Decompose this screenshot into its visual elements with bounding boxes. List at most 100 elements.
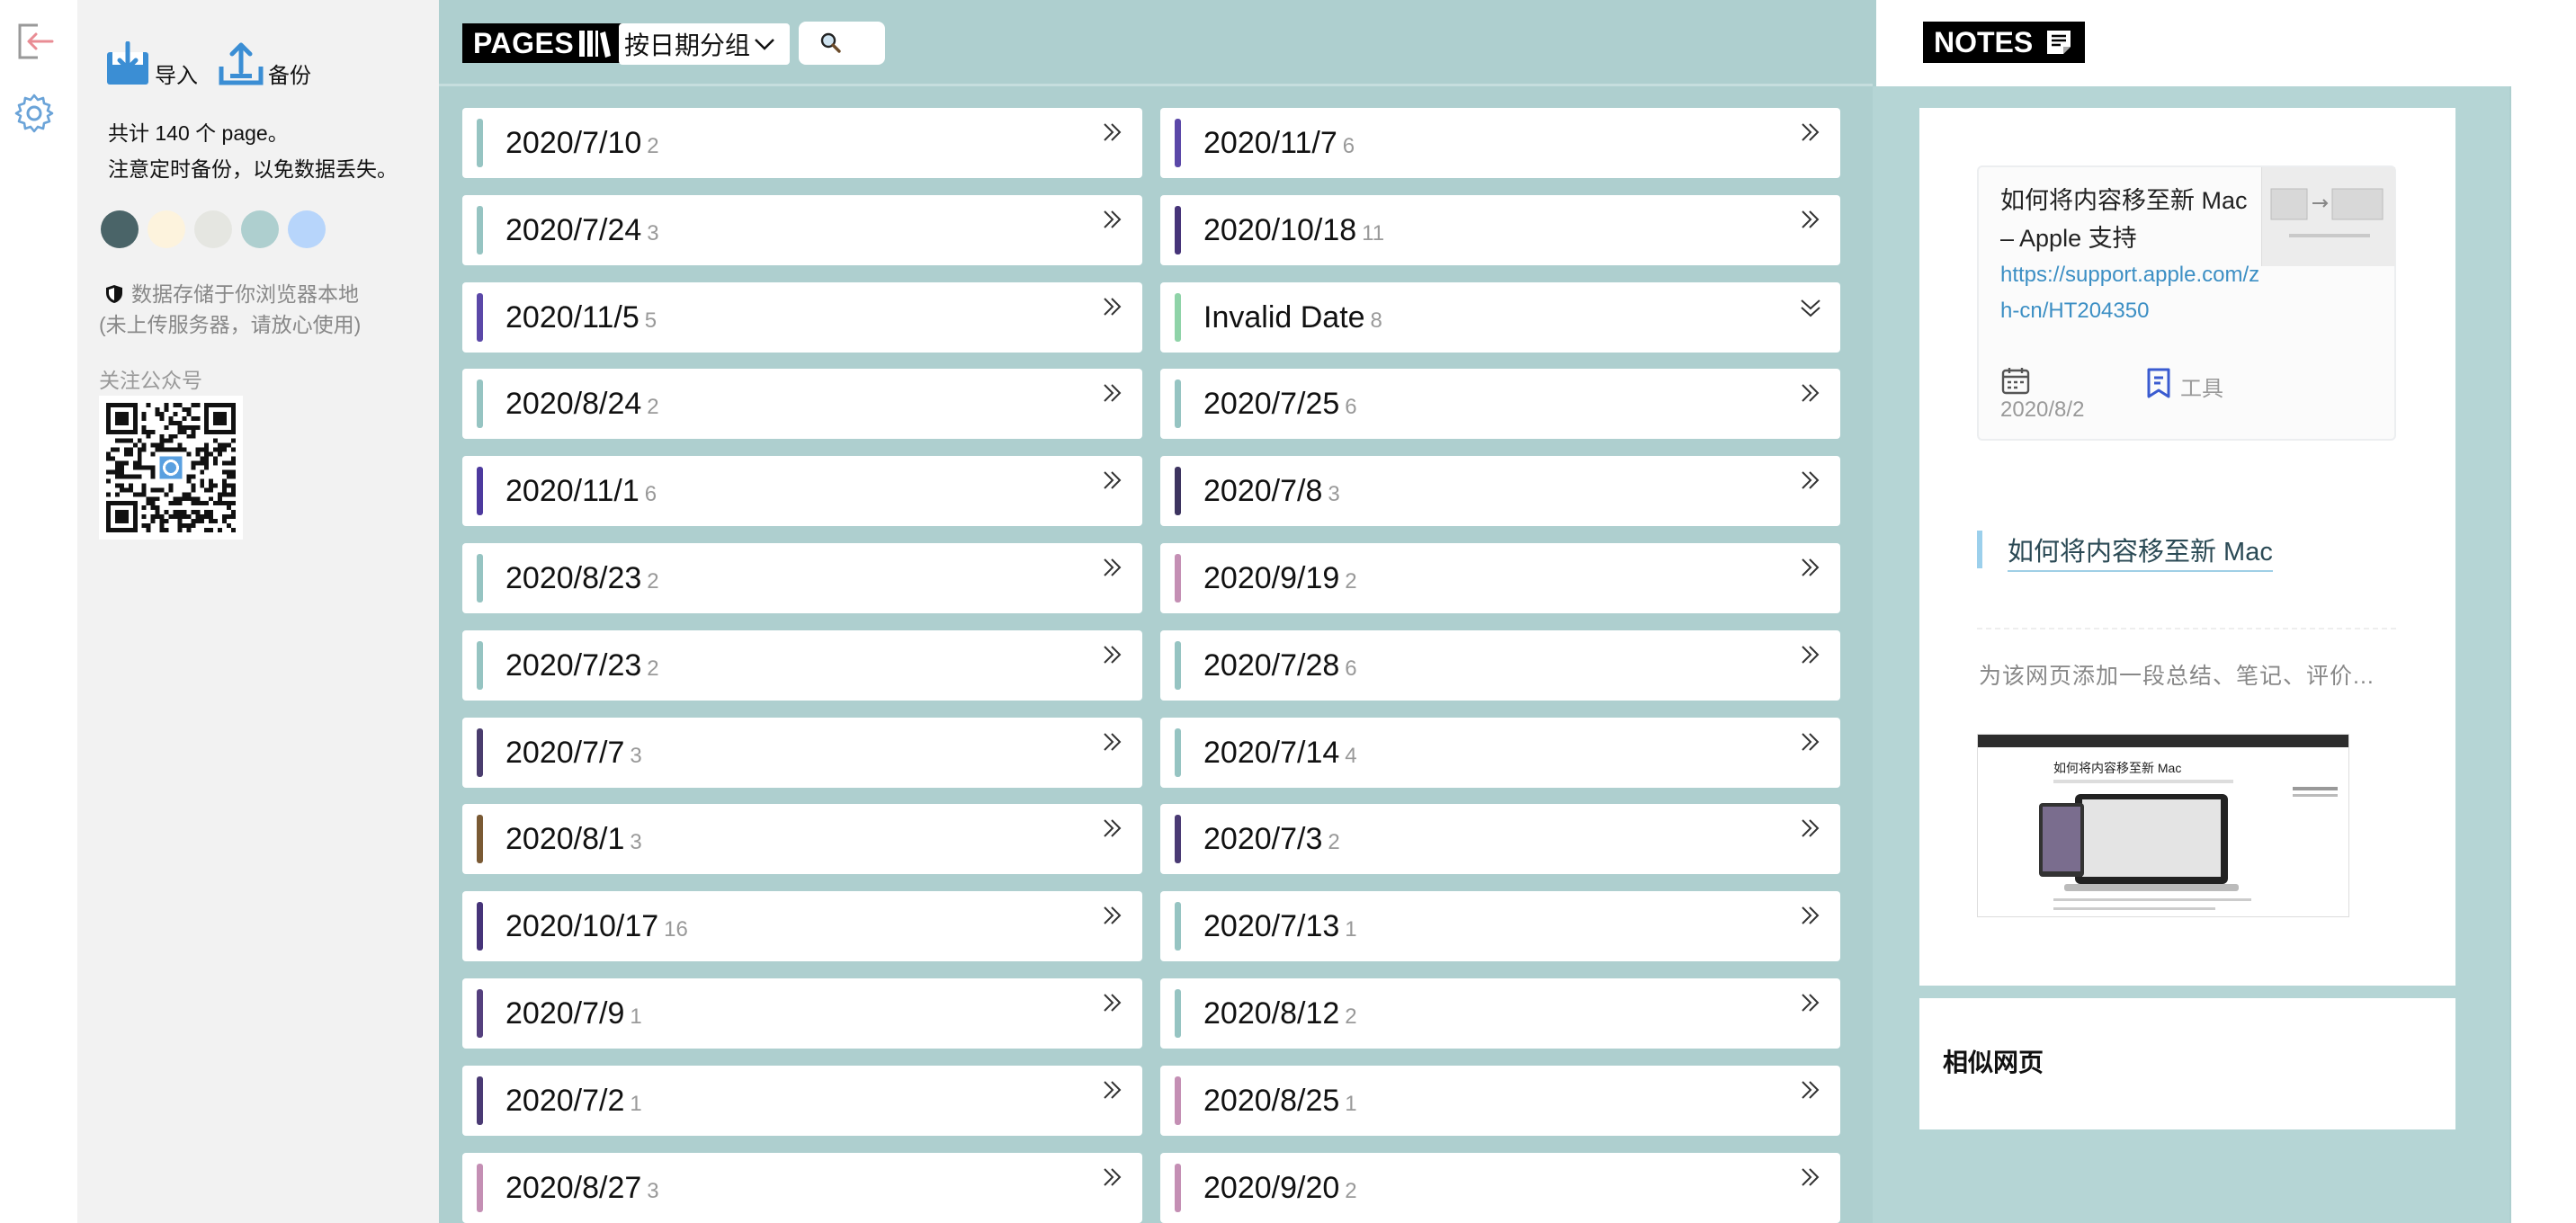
group-count: 3 [630, 744, 642, 768]
double-chevron-right-icon[interactable] [1101, 556, 1124, 583]
double-chevron-right-icon[interactable] [1101, 469, 1124, 495]
double-chevron-right-icon[interactable] [1101, 295, 1124, 322]
double-chevron-right-icon[interactable] [1799, 991, 1822, 1018]
backup-button[interactable]: 备份 [218, 40, 311, 89]
link-thumbnail [2261, 167, 2395, 266]
date-group-card[interactable]: 2020/7/24 3 [462, 195, 1142, 265]
theme-swatch[interactable] [241, 210, 279, 248]
group-label: 2020/7/9 1 [505, 996, 642, 1031]
date-group-card[interactable]: 2020/7/14 4 [1160, 718, 1840, 788]
group-color-bar [477, 902, 483, 951]
date-group-card[interactable]: 2020/7/28 6 [1160, 630, 1840, 701]
date-group-card[interactable]: 2020/11/1 6 [462, 456, 1142, 526]
theme-swatch[interactable] [288, 210, 326, 248]
group-label: 2020/10/18 11 [1203, 213, 1384, 248]
date-group-card[interactable]: 2020/8/1 3 [462, 804, 1142, 874]
group-color-bar [477, 379, 483, 428]
group-date: 2020/8/27 [505, 1171, 642, 1205]
link-preview-card[interactable]: 如何将内容移至新 Mac – Apple 支持 https://support.… [1977, 165, 2396, 441]
double-chevron-right-icon[interactable] [1799, 469, 1822, 495]
chevron-down-icon [755, 39, 774, 50]
double-chevron-right-icon[interactable] [1101, 1078, 1124, 1105]
double-chevron-right-icon[interactable] [1101, 381, 1124, 408]
date-group-card[interactable]: 2020/8/25 1 [1160, 1066, 1840, 1136]
group-color-bar [477, 1076, 483, 1125]
link-url[interactable]: https://support.apple.com/zh-cn/HT204350 [2000, 257, 2261, 329]
date-group-card[interactable]: 2020/7/10 2 [462, 108, 1142, 178]
double-chevron-right-icon[interactable] [1799, 121, 1822, 147]
theme-swatch[interactable] [101, 210, 139, 248]
group-color-bar [1175, 1076, 1181, 1125]
double-chevron-right-icon[interactable] [1799, 1165, 1822, 1192]
backup-label: 备份 [268, 64, 311, 88]
double-chevron-right-icon[interactable] [1799, 381, 1822, 408]
date-group-card[interactable]: 2020/7/8 3 [1160, 456, 1840, 526]
group-date: 2020/11/1 [505, 474, 640, 508]
note-tag[interactable]: 工具 [2180, 370, 2223, 402]
double-chevron-down-icon[interactable] [1799, 295, 1822, 322]
double-chevron-right-icon[interactable] [1799, 817, 1822, 844]
theme-swatch[interactable] [194, 210, 232, 248]
gear-icon[interactable] [11, 90, 58, 137]
double-chevron-right-icon[interactable] [1101, 208, 1124, 235]
backup-icon [219, 42, 264, 85]
notepad-icon [2047, 31, 2071, 54]
date-group-card[interactable]: 2020/7/2 1 [462, 1066, 1142, 1136]
group-label: 2020/7/25 6 [1203, 387, 1357, 422]
double-chevron-right-icon[interactable] [1799, 556, 1822, 583]
group-count: 11 [1362, 221, 1385, 245]
double-chevron-right-icon[interactable] [1101, 643, 1124, 670]
note-divider [1977, 628, 2396, 629]
pages-brand: PAGES [462, 23, 623, 63]
date-group-card[interactable]: Invalid Date 8 [1160, 282, 1840, 353]
double-chevron-right-icon[interactable] [1101, 904, 1124, 931]
date-group-card[interactable]: 2020/8/27 3 [462, 1153, 1142, 1223]
date-group-card[interactable]: 2020/7/9 1 [462, 978, 1142, 1049]
logout-icon[interactable] [11, 18, 58, 65]
search-button[interactable] [799, 22, 885, 65]
date-group-card[interactable]: 2020/8/12 2 [1160, 978, 1840, 1049]
double-chevron-right-icon[interactable] [1101, 1165, 1124, 1192]
group-color-bar [1175, 119, 1181, 167]
double-chevron-right-icon[interactable] [1101, 730, 1124, 757]
group-count: 2 [647, 134, 659, 158]
note-heading: 如何将内容移至新 Mac [1977, 531, 2273, 572]
date-group-card[interactable]: 2020/7/3 2 [1160, 804, 1840, 874]
double-chevron-right-icon[interactable] [1799, 1078, 1822, 1105]
date-group-card[interactable]: 2020/8/23 2 [462, 543, 1142, 613]
theme-swatch[interactable] [148, 210, 185, 248]
group-count: 6 [1345, 395, 1357, 419]
group-label: 2020/8/23 2 [505, 561, 659, 596]
group-color-bar [477, 815, 483, 863]
note-heading-text: 如何将内容移至新 Mac [2008, 538, 2273, 572]
date-group-card[interactable]: 2020/11/5 5 [462, 282, 1142, 353]
date-group-card[interactable]: 2020/7/23 2 [462, 630, 1142, 701]
date-group-card[interactable]: 2020/9/19 2 [1160, 543, 1840, 613]
group-by-select[interactable]: 按日期分组 [619, 23, 790, 65]
date-group-card[interactable]: 2020/10/17 16 [462, 891, 1142, 961]
double-chevron-right-icon[interactable] [1799, 643, 1822, 670]
double-chevron-right-icon[interactable] [1799, 904, 1822, 931]
date-group-card[interactable]: 2020/9/20 2 [1160, 1153, 1840, 1223]
double-chevron-right-icon[interactable] [1101, 991, 1124, 1018]
group-color-bar [477, 293, 483, 342]
double-chevron-right-icon[interactable] [1799, 208, 1822, 235]
date-group-card[interactable]: 2020/8/24 2 [462, 369, 1142, 439]
date-group-card[interactable]: 2020/7/13 1 [1160, 891, 1840, 961]
group-label: 2020/11/5 5 [505, 300, 657, 335]
date-group-card[interactable]: 2020/7/25 6 [1160, 369, 1840, 439]
date-group-card[interactable]: 2020/7/7 3 [462, 718, 1142, 788]
settings-panel: 导入 备份 共计 140 个 page。 注意定时备份，以免数据丢失。 数据存储… [77, 0, 439, 1223]
double-chevron-right-icon[interactable] [1799, 730, 1822, 757]
date-group-card[interactable]: 2020/10/18 11 [1160, 195, 1840, 265]
note-input[interactable]: 为该网页添加一段总结、笔记、评价... [1979, 658, 2375, 691]
date-group-card[interactable]: 2020/11/7 6 [1160, 108, 1840, 178]
import-button[interactable]: 导入 [104, 40, 198, 89]
double-chevron-right-icon[interactable] [1101, 121, 1124, 147]
group-count: 1 [630, 1004, 642, 1029]
group-date: 2020/8/1 [505, 822, 625, 856]
notes-panel: NOTES 如何将内容移至新 Mac – Apple 支持 https://su… [1873, 0, 2511, 1223]
double-chevron-right-icon[interactable] [1101, 817, 1124, 844]
group-label: 2020/8/12 2 [1203, 996, 1357, 1031]
note-date: 2020/8/2 [2000, 397, 2085, 422]
